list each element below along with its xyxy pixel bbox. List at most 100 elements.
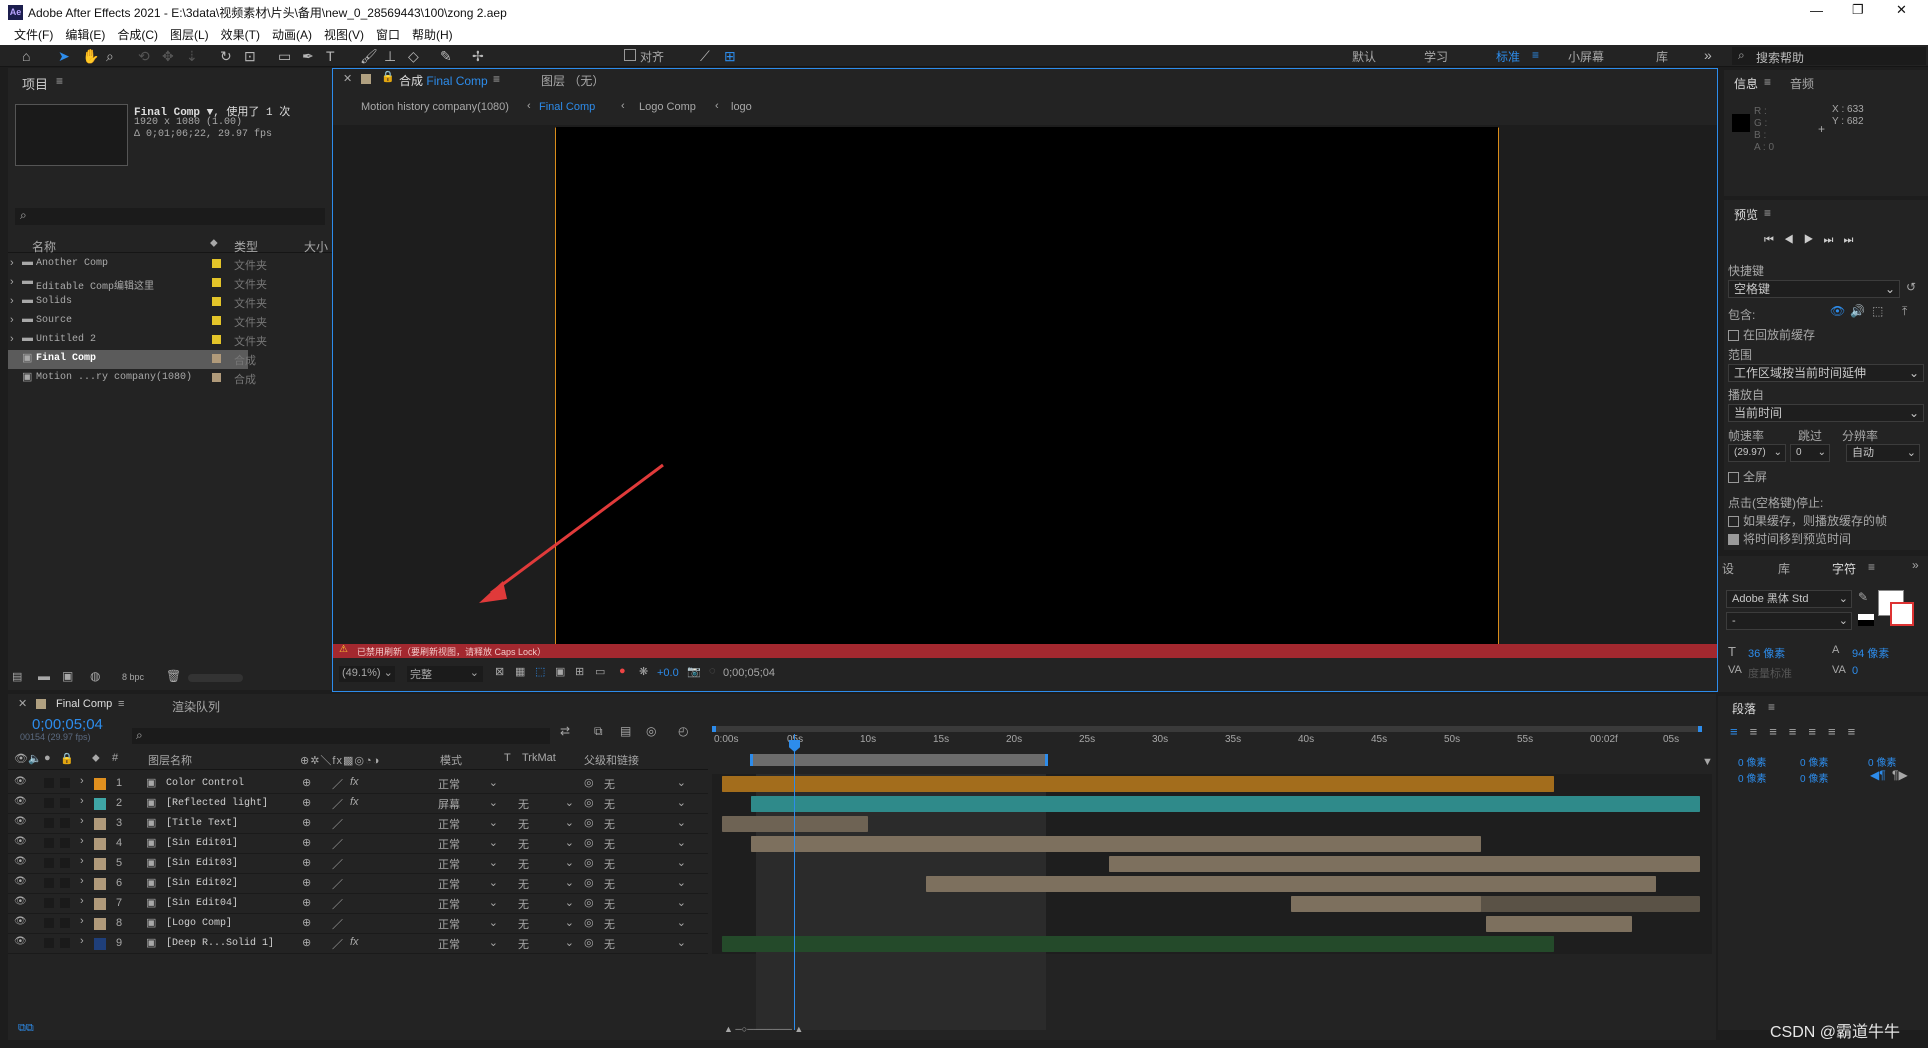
time-navigator[interactable]	[712, 726, 1702, 732]
reset-icon[interactable]: ↺	[1906, 280, 1916, 294]
snap-icon[interactable]: ⟋	[700, 47, 710, 65]
col-layer-name[interactable]: 图层名称	[148, 752, 192, 768]
parent-dropdown[interactable]: 无 ⌄	[604, 796, 690, 812]
swatch-black[interactable]	[1858, 614, 1874, 626]
resolution-dropdown[interactable]: 自动 ⌄	[1846, 444, 1920, 462]
move-time-checkbox[interactable]: 将时间移到预览时间	[1728, 530, 1851, 547]
eye-icon[interactable]: 👁	[14, 856, 27, 867]
motion-blur-icon[interactable]: ◴	[678, 724, 688, 738]
workspace-1[interactable]: 学习	[1424, 48, 1448, 65]
tracking-metrics[interactable]: 度量标准	[1748, 665, 1792, 681]
solo-box[interactable]	[44, 878, 54, 888]
preview-title[interactable]: 预览	[1734, 206, 1758, 223]
layer-search[interactable]: ⌕	[132, 728, 550, 744]
mode-dropdown[interactable]: 正常 ⌄	[438, 856, 502, 872]
shy-switch-icon[interactable]: ⊕	[302, 836, 311, 849]
lock-box[interactable]	[60, 798, 70, 808]
solo-box[interactable]	[44, 818, 54, 828]
parent-dropdown[interactable]: 无 ⌄	[604, 776, 690, 792]
viewer-canvas[interactable]	[333, 125, 1717, 657]
solo-box[interactable]	[44, 778, 54, 788]
trkmat-dropdown[interactable]: 无 ⌄	[518, 896, 578, 912]
pickwhip-icon[interactable]: ◎	[584, 796, 594, 809]
solo-box[interactable]	[44, 858, 54, 868]
fullscreen-checkbox[interactable]: 全屏	[1728, 468, 1767, 485]
chevron-right-icon[interactable]: ›	[10, 314, 14, 326]
workspace-2[interactable]: 标准	[1496, 48, 1520, 65]
first-frame-icon[interactable]: ⏮	[1764, 234, 1784, 246]
fx-icon[interactable]: fx	[350, 796, 359, 808]
interpret-footage-icon[interactable]: ▤	[12, 670, 22, 683]
puppet-tool-icon[interactable]: ✢	[472, 47, 484, 65]
region-icon[interactable]: ⬚	[535, 665, 545, 678]
range-dropdown[interactable]: 工作区域按当前时间延伸 ⌄	[1728, 364, 1924, 382]
delete-icon[interactable]: 🗑	[166, 669, 181, 683]
layer-active-bar[interactable]	[926, 876, 1657, 892]
indent-right[interactable]: 0 像素	[1800, 754, 1828, 769]
label-color[interactable]	[212, 316, 221, 325]
layer-active-bar[interactable]	[751, 836, 1482, 852]
font-style-dropdown[interactable]: - ⌄	[1726, 612, 1852, 630]
font-dropdown[interactable]: Adobe 黑体 Std ⌄	[1726, 590, 1852, 608]
solo-box[interactable]	[44, 918, 54, 928]
label-color[interactable]	[212, 354, 221, 363]
col-trkmat[interactable]: TrkMat	[522, 752, 556, 764]
justify-center-icon[interactable]: ≡	[1808, 724, 1828, 739]
toggle-switches-icon[interactable]: ⧉⧉	[18, 1022, 34, 1035]
pickwhip-icon[interactable]: ◎	[584, 776, 594, 789]
menu-item[interactable]: 帮助(H)	[412, 26, 453, 45]
chevron-right-icon[interactable]: ›	[80, 795, 84, 807]
indent-left[interactable]: 0 像素	[1738, 754, 1766, 769]
solo-box[interactable]	[44, 838, 54, 848]
quality-switch-icon[interactable]: ／	[332, 776, 343, 792]
chevron-right-icon[interactable]: ›	[80, 815, 84, 827]
minimize-button[interactable]: —	[1810, 3, 1823, 18]
chevron-right-icon[interactable]: ›	[80, 855, 84, 867]
chevron-right-icon[interactable]: ›	[80, 775, 84, 787]
solo-box[interactable]	[44, 938, 54, 948]
mode-dropdown[interactable]: 正常 ⌄	[438, 816, 502, 832]
eye-icon[interactable]: 👁	[14, 836, 27, 847]
layer-active-bar[interactable]	[722, 776, 1555, 792]
indent-first[interactable]: 0 像素	[1868, 754, 1896, 769]
justify-right-icon[interactable]: ≡	[1828, 724, 1848, 739]
col-parent[interactable]: 父级和链接	[584, 752, 639, 768]
workspace-4[interactable]: 库	[1656, 48, 1668, 65]
trkmat-dropdown[interactable]: 无 ⌄	[518, 936, 578, 952]
stroke-color-swatch[interactable]	[1890, 602, 1914, 626]
label-color[interactable]	[94, 778, 106, 790]
pickwhip-icon[interactable]: ◎	[584, 936, 594, 949]
parent-dropdown[interactable]: 无 ⌄	[604, 876, 690, 892]
workspace-0[interactable]: 默认	[1352, 48, 1376, 65]
layer-row[interactable]: 👁 › 4 ▣ [Sin Edit01] ⊕ ／ 正常 ⌄ 无 ⌄ ◎ 无 ⌄	[8, 834, 708, 854]
shy-switch-icon[interactable]: ⊕	[302, 776, 311, 789]
trkmat-dropdown[interactable]: 无 ⌄	[518, 836, 578, 852]
shy-switch-icon[interactable]: ⊕	[302, 856, 311, 869]
workspace-3[interactable]: 小屏幕	[1568, 48, 1604, 65]
breadcrumb-item[interactable]: logo	[731, 101, 752, 113]
breadcrumb-item-active[interactable]: Final Comp	[539, 101, 595, 113]
parent-dropdown[interactable]: 无 ⌄	[604, 856, 690, 872]
play-icon[interactable]: ▶	[1804, 234, 1824, 246]
label-color[interactable]	[94, 938, 106, 950]
timeline-tab[interactable]: Final Comp	[56, 698, 112, 710]
project-item[interactable]: › ▬ Untitled 2 文件夹	[8, 331, 267, 350]
justify-left-icon[interactable]: ≡	[1789, 724, 1809, 739]
include-video-icon[interactable]: 👁	[1830, 304, 1845, 318]
parent-dropdown[interactable]: 无 ⌄	[604, 836, 690, 852]
include-overlay-icon[interactable]: ⬚	[1872, 304, 1883, 318]
shy-switch-icon[interactable]: ⊕	[302, 896, 311, 909]
layer-row[interactable]: 👁 › 6 ▣ [Sin Edit02] ⊕ ／ 正常 ⌄ 无 ⌄ ◎ 无 ⌄	[8, 874, 708, 894]
mode-dropdown[interactable]: 屏幕 ⌄	[438, 796, 502, 812]
project-item[interactable]: › ▬ Editable Comp编辑这里 文件夹	[8, 274, 267, 293]
col-type[interactable]: 类型	[234, 238, 258, 255]
project-search[interactable]: ⌕	[15, 208, 325, 225]
font-size[interactable]: 36 像素	[1748, 645, 1785, 661]
fast-previews-icon[interactable]: ⊠	[495, 665, 504, 678]
quality-switch-icon[interactable]: ／	[332, 796, 343, 812]
label-color[interactable]	[94, 898, 106, 910]
draft-3d-icon[interactable]: ⧉	[594, 724, 603, 739]
label-color[interactable]	[212, 259, 221, 268]
label-color[interactable]	[94, 818, 106, 830]
fps-dropdown[interactable]: (29.97) ⌄	[1728, 444, 1786, 462]
